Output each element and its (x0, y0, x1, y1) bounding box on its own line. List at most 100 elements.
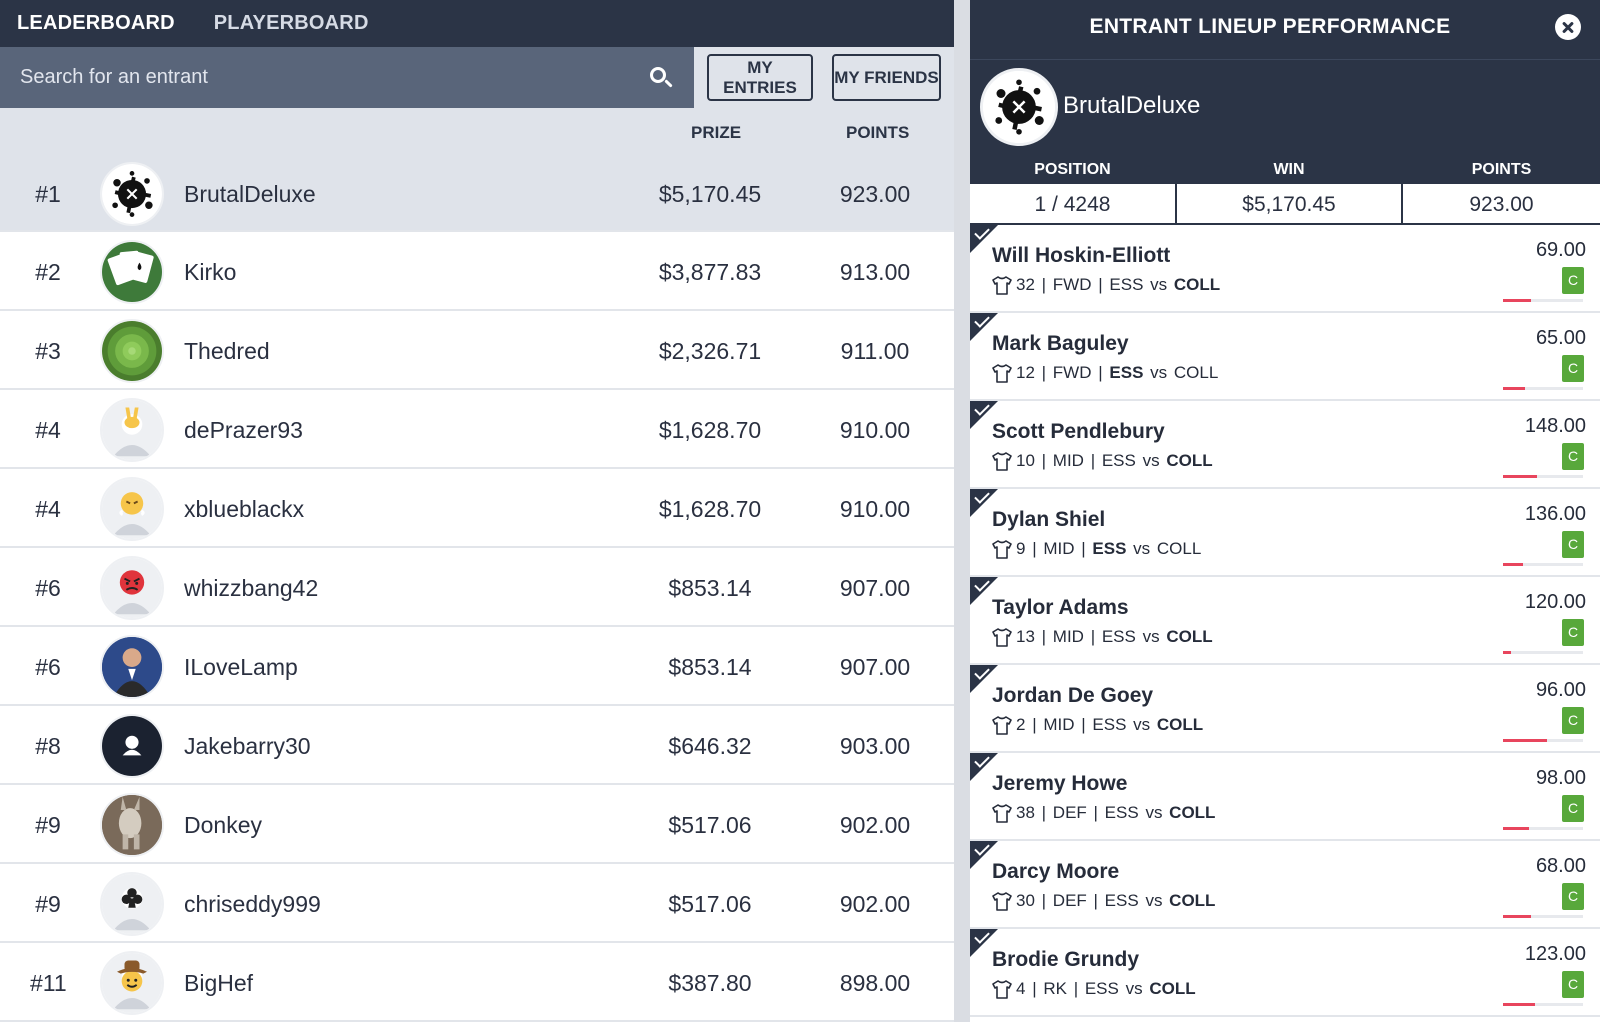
player-position: RK (1043, 979, 1067, 998)
entrant-name: xblueblackx (184, 496, 305, 522)
player-name: Brodie Grundy (992, 948, 1140, 971)
leaderboard-row[interactable]: #11 BigHef $387.80 898.00 (0, 943, 954, 1022)
points-value: 902.00 (839, 891, 911, 917)
completed-badge: C (1562, 267, 1584, 294)
home-team: ESS (1092, 715, 1127, 734)
tab-playerboard[interactable]: PLAYERBOARD (214, 12, 369, 35)
versus: vs (1145, 891, 1163, 910)
separator: | (1088, 891, 1103, 910)
player-points: 123.00 (1524, 943, 1586, 965)
win-label: WIN (1273, 161, 1305, 178)
player-row[interactable]: Dylan Shiel 9 | MID | ESS vs COLL 136.00… (970, 489, 1600, 577)
search-bar (0, 47, 694, 108)
home-team: ESS (1104, 891, 1139, 910)
player-name: Will Hoskin-Elliott (992, 244, 1171, 267)
separator: | (1027, 539, 1042, 558)
versus: vs (1145, 803, 1163, 822)
my-entries-button[interactable]: MY ENTRIES (707, 54, 813, 101)
player-number: 9 (1016, 539, 1026, 558)
player-position: MID (1052, 627, 1084, 646)
completed-badge: C (1562, 355, 1584, 382)
club-suit-avatar-icon (100, 872, 164, 936)
jersey-icon (992, 715, 1012, 735)
player-row[interactable]: Darcy Moore 30 | DEF | ESS vs COLL 68.00… (970, 841, 1600, 929)
entrant-header: BrutalDeluxe (970, 59, 1600, 154)
away-team: COLL (1173, 275, 1221, 294)
leaderboard-row[interactable]: #2 Kirko $3,877.83 913.00 (0, 232, 954, 311)
leaderboard-row[interactable]: #6 whizzbang42 $853.14 907.00 (0, 548, 954, 627)
progress-bar (1503, 915, 1583, 918)
leaderboard-row[interactable]: #9 chriseddy999 $517.06 902.00 (0, 864, 954, 943)
versus: vs (1142, 627, 1160, 646)
player-row[interactable]: Jeremy Howe 38 | DEF | ESS vs COLL 98.00… (970, 753, 1600, 841)
player-name: Scott Pendlebury (992, 420, 1165, 443)
player-row[interactable]: Jordan De Goey 2 | MID | ESS vs COLL 96.… (970, 665, 1600, 753)
player-position: FWD (1052, 363, 1092, 382)
player-number: 2 (1016, 715, 1026, 734)
separator: | (1036, 891, 1051, 910)
rank: #8 (35, 733, 61, 759)
versus: vs (1150, 275, 1168, 294)
player-row[interactable]: Mark Baguley 12 | FWD | ESS vs COLL 65.0… (970, 313, 1600, 401)
splatter-x-avatar-icon (100, 162, 164, 226)
player-points: 96.00 (1535, 679, 1586, 701)
column-headers: PRIZE POINTS (0, 108, 954, 154)
player-row[interactable]: Will Hoskin-Elliott 32 | FWD | ESS vs CO… (970, 225, 1600, 313)
avatar (980, 68, 1058, 146)
jersey-icon (992, 275, 1012, 295)
succulent-avatar-icon (100, 319, 164, 383)
player-info: 4 | RK | ESS vs COLL (992, 979, 1196, 999)
prize-value: $1,628.70 (658, 417, 762, 443)
points-value: 902.00 (839, 812, 911, 838)
player-info: 38 | DEF | ESS vs COLL (992, 803, 1215, 823)
player-position: MID (1043, 715, 1075, 734)
player-name: Taylor Adams (992, 596, 1129, 619)
entrant-name: whizzbang42 (184, 575, 319, 601)
rank: #6 (35, 654, 61, 680)
rank: #2 (35, 259, 61, 285)
points-value: 923.00 (1403, 184, 1600, 225)
separator: | (1085, 627, 1100, 646)
donkey-avatar-icon (100, 793, 164, 857)
points-stat: POINTS 923.00 (1403, 154, 1600, 225)
player-number: 12 (1016, 363, 1035, 382)
close-icon[interactable] (1555, 14, 1581, 40)
rank: #6 (35, 575, 61, 601)
rank: #4 (35, 496, 61, 522)
tab-leaderboard[interactable]: LEADERBOARD (17, 12, 175, 35)
player-info: 9 | MID | ESS vs COLL (992, 539, 1201, 559)
leaderboard-row[interactable]: #1 BrutalDeluxe $5,170.45 923.00 (0, 154, 954, 232)
my-friends-button[interactable]: MY FRIENDS (832, 54, 941, 101)
player-info: 32 | FWD | ESS vs COLL (992, 275, 1220, 295)
away-team: COLL (1169, 803, 1216, 822)
entrant-name: BigHef (184, 970, 254, 996)
leaderboard-row[interactable]: #6 ILoveLamp $853.14 907.00 (0, 627, 954, 706)
progress-fill (1503, 651, 1511, 654)
progress-fill (1503, 827, 1529, 830)
jersey-icon (992, 803, 1012, 823)
jersey-icon (992, 539, 1012, 559)
leaderboard-row[interactable]: #9 Donkey $517.06 902.00 (0, 785, 954, 864)
leaderboard-row[interactable]: #4 xblueblackx $1,628.70 910.00 (0, 469, 954, 548)
leaderboard-row[interactable]: #3 Thedred $2,326.71 911.00 (0, 311, 954, 390)
player-row[interactable]: Scott Pendlebury 10 | MID | ESS vs COLL … (970, 401, 1600, 489)
leaderboard-row[interactable]: #8 Jakebarry30 $646.32 903.00 (0, 706, 954, 785)
search-input[interactable] (20, 66, 620, 89)
search-icon[interactable] (648, 65, 674, 91)
player-info: 30 | DEF | ESS vs COLL (992, 891, 1215, 911)
player-points: 69.00 (1535, 239, 1586, 261)
jersey-icon (992, 451, 1012, 471)
jersey-icon (992, 627, 1012, 647)
player-row[interactable]: Taylor Adams 13 | MID | ESS vs COLL 120.… (970, 577, 1600, 665)
home-team: ESS (1084, 979, 1119, 998)
prize-value: $5,170.45 (658, 181, 762, 207)
entrant-stats: POSITION 1 / 4248 WIN $5,170.45 POINTS 9… (970, 154, 1600, 225)
rank: #1 (35, 181, 61, 207)
leaderboard-row[interactable]: #4 dePrazer93 $1,628.70 910.00 (0, 390, 954, 469)
separator: | (1085, 451, 1100, 470)
progress-bar (1503, 827, 1583, 830)
points-value: 907.00 (839, 654, 911, 680)
prize-value: $3,877.83 (658, 259, 762, 285)
separator: | (1088, 803, 1103, 822)
player-row[interactable]: Brodie Grundy 4 | RK | ESS vs COLL 123.0… (970, 929, 1600, 1017)
